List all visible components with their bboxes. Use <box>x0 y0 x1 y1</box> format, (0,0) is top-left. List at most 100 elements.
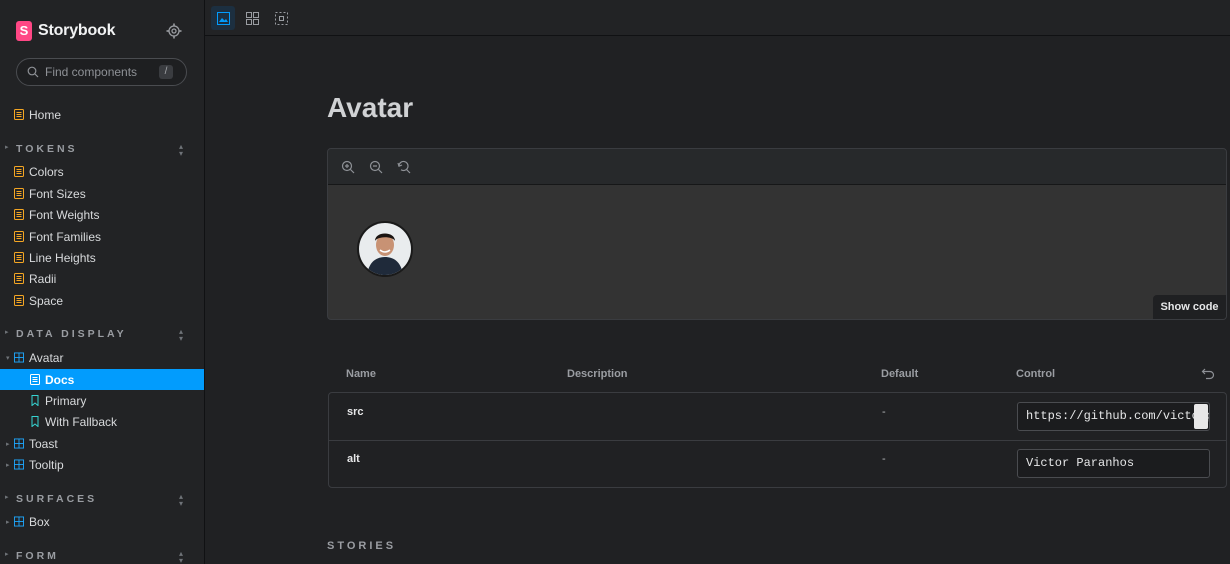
sidebar-item-label: Docs <box>45 372 75 387</box>
sidebar-item-box[interactable]: ▸ Box <box>0 511 204 532</box>
args-table: src - https://github.com/victorparanhos.… <box>328 392 1227 488</box>
section-collapse-icon[interactable]: ▸ <box>5 143 9 151</box>
image-button[interactable] <box>211 6 235 30</box>
sidebar-item-label: Font Sizes <box>29 186 86 201</box>
sidebar-item-toast[interactable]: ▸ Toast <box>0 433 204 454</box>
outline-button[interactable] <box>269 6 293 30</box>
sidebar-item-primary[interactable]: Primary <box>0 390 204 411</box>
row-divider <box>329 440 1226 441</box>
document-icon <box>14 109 24 120</box>
grid-icon <box>245 11 259 25</box>
avatar <box>357 221 413 277</box>
sidebar-item-line-heights[interactable]: Line Heights <box>0 247 204 268</box>
src-control-input[interactable]: https://github.com/victorparanhos.png <box>1017 402 1210 431</box>
arg-default: - <box>882 453 886 465</box>
sidebar-item-home[interactable]: Home <box>0 104 204 125</box>
sidebar-item-label: Avatar <box>29 350 64 365</box>
zoom-in-icon[interactable] <box>341 160 355 174</box>
sidebar-item-space[interactable]: Space <box>0 290 204 311</box>
column-header-description: Description <box>567 368 628 380</box>
section-collapse-icon[interactable]: ▸ <box>5 550 9 558</box>
sidebar-item-label: Line Heights <box>29 250 96 265</box>
sidebar-item-with-fallback[interactable]: With Fallback <box>0 411 204 432</box>
component-icon <box>14 352 24 363</box>
column-header-control: Control <box>1016 368 1056 380</box>
sidebar-item-tooltip[interactable]: ▸ Tooltip <box>0 454 204 475</box>
zoom-out-icon[interactable] <box>369 160 383 174</box>
toolbar <box>205 0 1230 36</box>
document-icon <box>14 188 24 199</box>
component-icon <box>14 459 24 470</box>
chevron-right-icon[interactable]: ▸ <box>6 461 10 469</box>
component-icon <box>14 438 24 449</box>
alt-control-value: Victor Paranhos <box>1026 456 1135 470</box>
bookmark-icon <box>31 416 39 427</box>
search-placeholder: Find components <box>45 65 138 79</box>
section-title: TOKENS <box>16 143 78 155</box>
alt-control-input[interactable]: Victor Paranhos <box>1017 449 1210 478</box>
chevron-right-icon[interactable]: ▸ <box>6 440 10 448</box>
grid-button[interactable] <box>240 6 264 30</box>
undo-icon[interactable] <box>1201 366 1215 380</box>
brand-name: Storybook <box>38 22 116 39</box>
document-icon <box>14 166 24 177</box>
stories-heading: STORIES <box>327 540 397 552</box>
sidebar-item-font-sizes[interactable]: Font Sizes <box>0 183 204 204</box>
document-icon <box>14 231 24 242</box>
search-input[interactable]: Find components / <box>16 58 187 86</box>
section-title: FORM <box>16 550 59 562</box>
sidebar-item-label: Font Weights <box>29 207 100 222</box>
section-collapse-icon[interactable]: ▸ <box>5 493 9 501</box>
column-header-name: Name <box>346 368 376 380</box>
expand-collapse-icon[interactable]: ▴ ▾ <box>179 328 183 343</box>
sidebar-item-label: Box <box>29 514 50 529</box>
column-header-default: Default <box>881 368 919 380</box>
storybook-logo-icon: S <box>16 21 32 41</box>
search-shortcut-badge: / <box>159 65 173 79</box>
document-icon <box>30 374 40 385</box>
storybook-brand[interactable]: S Storybook <box>16 20 116 42</box>
textarea-resize-handle[interactable] <box>1194 404 1208 429</box>
document-icon <box>14 252 24 263</box>
section-title: SURFACES <box>16 493 98 505</box>
arg-name: src <box>347 406 364 418</box>
sidebar-item-font-families[interactable]: Font Families <box>0 226 204 247</box>
sidebar-item-label: With Fallback <box>45 414 118 429</box>
arg-name: alt <box>347 453 360 465</box>
section-header-tokens[interactable]: TOKENS ▴ ▾ <box>16 143 191 158</box>
sidebar-item-avatar[interactable]: ▾ Avatar <box>0 347 204 368</box>
show-code-button[interactable]: Show code <box>1153 295 1226 319</box>
section-collapse-icon[interactable]: ▸ <box>5 328 9 336</box>
zoom-reset-icon[interactable] <box>397 160 411 174</box>
document-icon <box>14 209 24 220</box>
expand-collapse-icon[interactable]: ▴ ▾ <box>179 493 183 508</box>
search-icon <box>27 66 39 78</box>
sidebar-item-label: Primary <box>45 393 87 408</box>
section-title: DATA DISPLAY <box>16 328 127 340</box>
section-header-form[interactable]: FORM ▴ ▾ <box>16 550 191 564</box>
chevron-down-icon[interactable]: ▾ <box>6 354 10 362</box>
chevron-right-icon[interactable]: ▸ <box>6 518 10 526</box>
section-header-surfaces[interactable]: SURFACES ▴ ▾ <box>16 493 191 508</box>
sidebar-item-label: Home <box>29 107 62 122</box>
outline-icon <box>274 11 288 25</box>
component-icon <box>14 516 24 527</box>
arg-default: - <box>882 406 886 418</box>
expand-collapse-icon[interactable]: ▴ ▾ <box>179 143 183 158</box>
src-control-value: https://github.com/victorparanhos.png <box>1026 409 1209 423</box>
avatar-image <box>359 223 411 275</box>
sidebar-item-font-weights[interactable]: Font Weights <box>0 204 204 225</box>
expand-collapse-icon[interactable]: ▴ ▾ <box>179 550 183 564</box>
sidebar-item-label: Font Families <box>29 229 102 244</box>
sidebar-item-docs[interactable]: Docs <box>0 369 204 390</box>
section-header-data-display[interactable]: DATA DISPLAY ▴ ▾ <box>16 328 191 343</box>
image-icon <box>216 11 230 25</box>
sidebar-item-colors[interactable]: Colors <box>0 161 204 182</box>
page-title: Avatar <box>327 92 414 123</box>
story-preview: Show code <box>327 148 1227 320</box>
bookmark-icon <box>31 395 39 406</box>
sidebar-item-label: Radii <box>29 271 57 286</box>
gear-icon[interactable] <box>166 23 182 39</box>
sidebar-item-radii[interactable]: Radii <box>0 268 204 289</box>
document-icon <box>14 273 24 284</box>
